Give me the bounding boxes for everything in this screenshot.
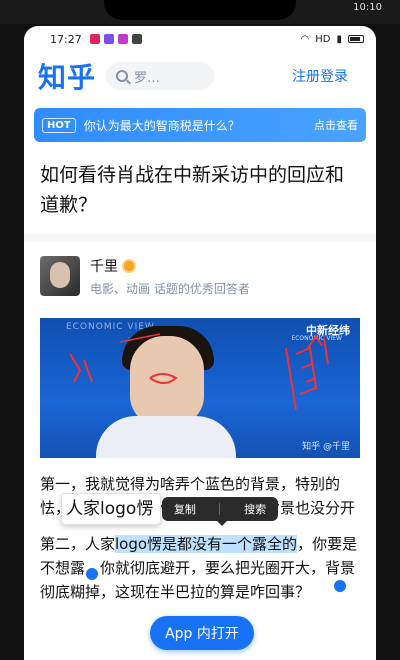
copy-button[interactable]: 复制 [174, 501, 196, 517]
badge-icon [122, 258, 136, 273]
selection-start-handle[interactable] [86, 568, 98, 580]
status-time: 17:27 [50, 32, 82, 46]
battery-icon [348, 35, 364, 43]
avatar[interactable] [40, 256, 80, 296]
author-name-row: 千里 [90, 256, 250, 276]
search-box[interactable]: 罗… [106, 62, 215, 90]
search-placeholder: 罗… [134, 70, 161, 86]
phone-frame: 10:10 17:27 ◠ HD ▮ 知乎 罗… 注册登录 HOT 你认为最大的… [0, 0, 400, 660]
search-icon [116, 70, 129, 82]
phone-notch [104, 0, 296, 20]
status-right: ◠ HD ▮ [301, 34, 364, 45]
answer-body: 第一，我就觉得为啥弄个蓝色的背景，特别的怯，颜色特别夺主体人物，人物和背景也没分… [24, 458, 376, 604]
red-scribbles [69, 333, 329, 411]
banner-action[interactable]: 点击查看 [314, 117, 358, 133]
screen: 17:27 ◠ HD ▮ 知乎 罗… 注册登录 HOT 你认为最大的智商税是什么… [24, 26, 376, 660]
answer-image[interactable]: ECONOMIC VIEW 中新经纬 ECONOMIC VIEW 知乎 @千里 [40, 318, 360, 458]
header: 知乎 罗… 注册登录 [24, 52, 376, 100]
image-credit: 知乎 @千里 [302, 442, 350, 452]
open-in-app-button[interactable]: App 内打开 [150, 616, 254, 650]
author-info: 千里 电影、动画 话题的优秀回答者 [90, 256, 250, 297]
notification-icon [103, 34, 114, 44]
login-link[interactable]: 注册登录 [292, 66, 348, 86]
selection-menu-arrow [216, 520, 228, 526]
hot-tag: HOT [42, 117, 76, 133]
outer-clock: 10:10 [353, 1, 382, 13]
selection-menu: 复制 搜索 [162, 497, 278, 521]
notification-icon [89, 34, 100, 44]
status-bar: 17:27 ◠ HD ▮ [24, 26, 376, 52]
author-description: 电影、动画 话题的优秀回答者 [90, 281, 250, 296]
author-name[interactable]: 千里 [90, 256, 118, 276]
text-magnifier: 人家logo愣 [61, 493, 161, 525]
selected-text[interactable]: logo愣是都没有一个露全的 [115, 535, 298, 553]
network-label: HD [315, 33, 331, 45]
notification-icon [117, 34, 128, 44]
selection-end-handle[interactable] [334, 580, 346, 592]
author-row[interactable]: 千里 电影、动画 话题的优秀回答者 [24, 242, 376, 298]
notification-icon [131, 34, 142, 44]
signal-icon: ▮ [336, 33, 342, 45]
search-button[interactable]: 搜索 [244, 501, 266, 517]
paragraph-2-start: 第二，人家 [40, 535, 116, 553]
outer-status-bar: 10:10 [353, 0, 382, 14]
zhihu-logo[interactable]: 知乎 [38, 56, 96, 96]
wifi-icon: ◠ [300, 33, 310, 45]
hot-banner[interactable]: HOT 你认为最大的智商税是什么？ 点击查看 [34, 108, 366, 142]
banner-text: 你认为最大的智商税是什么？ [83, 118, 240, 133]
question-title[interactable]: 如何看待肖战在中新采访中的回应和道歉？ [24, 142, 376, 242]
menu-divider [219, 503, 221, 515]
